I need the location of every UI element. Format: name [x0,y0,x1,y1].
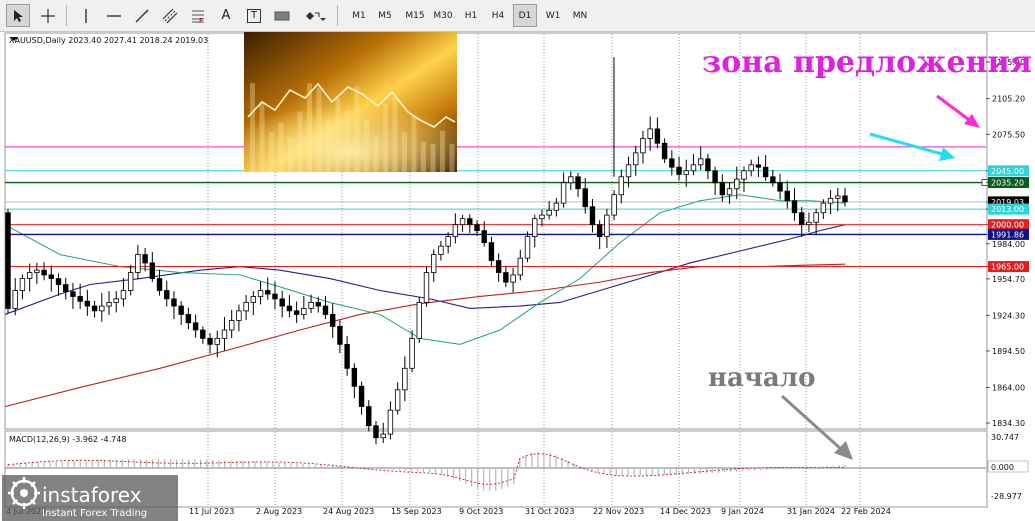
macd-scale-bottom: -28.977 [991,492,1022,501]
trendline-icon[interactable] [130,4,154,27]
time-label: 9 Jan 2024 [721,507,764,516]
text-icon[interactable]: A [214,4,238,27]
svg-text:F: F [199,17,203,24]
macd-scale-zero: 0.000 [991,463,1014,472]
gold-chart-image [244,32,457,172]
time-label: 31 Oct 2023 [525,507,574,516]
chart-area[interactable]: 2135.90 2105.20 2075.50 2045.00 2035.20 2019.… [0,32,1035,521]
text-label-icon[interactable]: T [242,4,266,27]
price-level-label: 2013.00 [991,205,1024,214]
price-level-label: 1991.86 [991,230,1024,239]
candle [416,296,422,343]
timeframe-mn-button[interactable]: MN [568,4,592,27]
rectangle-icon[interactable] [270,4,294,27]
time-label: 31 Jan 2024 [787,507,835,516]
price-axis-label: 1984.00 [992,240,1025,249]
crosshair-icon[interactable] [36,4,60,27]
timeframe-h4-button[interactable]: H4 [486,4,510,27]
price-axis-label: 1894.50 [992,347,1025,356]
toolbar: F A T M1 M5 M15 M30 H1 H4 D1 W1 MN [0,0,1035,32]
time-label: 22 Feb 2024 [841,507,891,516]
time-label: 2 Aug 2023 [256,507,302,516]
time-label: 14 Dec 2023 [660,507,711,516]
time-label: 24 Aug 2023 [323,507,374,516]
price-axis-label: 1924.30 [992,311,1025,320]
macd-info: MACD(12,26,9) -3.962 -4.748 [9,435,126,444]
price-level-label: 2045.00 [991,167,1024,176]
vertical-line-icon[interactable] [74,4,98,27]
start-label: начало [708,363,815,393]
watermark-brand: instaforex [42,483,142,507]
text-label-glyph: T [247,8,261,23]
timeframe-d1-button[interactable]: D1 [513,4,537,27]
price-level-label: 1965.00 [991,263,1024,272]
timeframe-w1-button[interactable]: W1 [541,4,565,27]
candle [5,209,11,314]
shapes-icon[interactable] [300,4,330,27]
price-axis-label: 1864.00 [992,383,1025,392]
instaforex-watermark: instaforex Instant Forex Trading [2,475,178,521]
horizontal-line-icon[interactable] [102,4,126,27]
watermark-subtitle: Instant Forex Trading [42,508,147,519]
price-axis-label: 1834.30 [992,419,1025,428]
time-label: 15 Sep 2023 [391,507,442,516]
price-level-label: 2035.20 [991,179,1024,188]
price-axis-label: 1954.70 [992,275,1025,284]
time-label: 11 Jul 2023 [189,507,234,516]
cursor-icon[interactable] [6,4,30,27]
price-axis-label: 2105.20 [992,95,1025,104]
fibonacci-icon[interactable]: F [186,4,210,27]
timeframe-m15-button[interactable]: M15 [400,4,430,27]
price-axis-label: 2075.50 [992,130,1025,139]
supply-zone-label: зона предложения [702,45,1032,80]
symbol-info: XAUUSD,Daily 2023.40 2027.41 2018.24 201… [9,36,208,45]
price-level-label: 2000.00 [991,221,1024,230]
time-label: 9 Oct 2023 [459,507,503,516]
macd-scale-top: 30.747 [991,433,1019,442]
time-label: 22 Nov 2023 [593,507,644,516]
timeframe-m1-button[interactable]: M1 [347,4,371,27]
timeframe-m30-button[interactable]: M30 [428,4,458,27]
channel-icon[interactable] [158,4,182,27]
timeframe-h1-button[interactable]: H1 [459,4,483,27]
timeframe-m5-button[interactable]: M5 [373,4,397,27]
